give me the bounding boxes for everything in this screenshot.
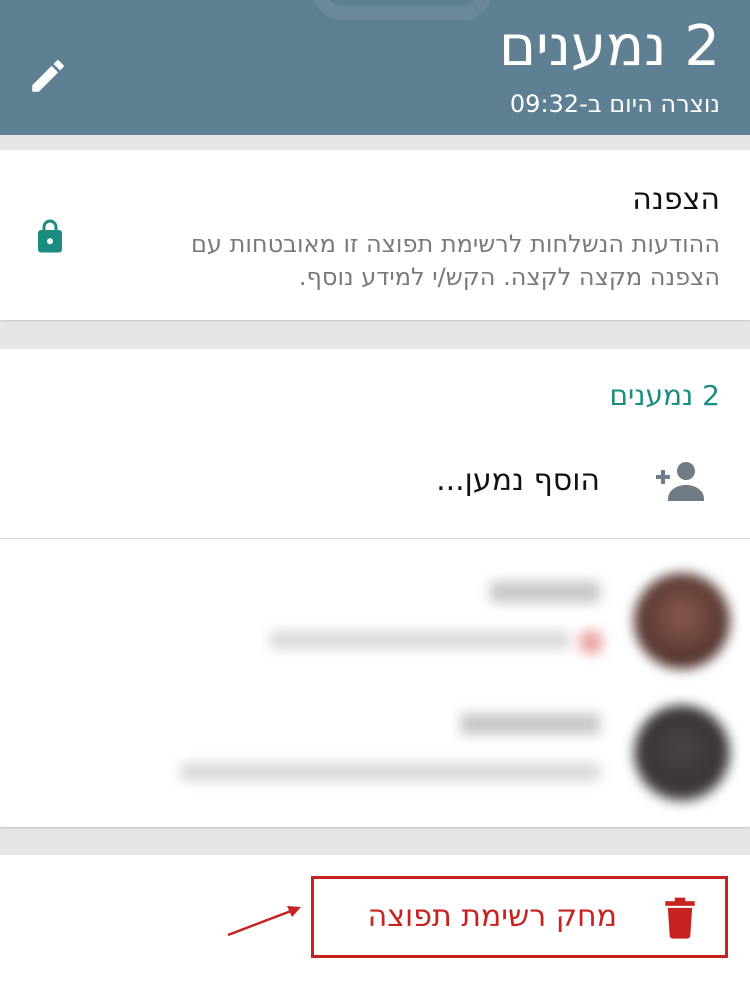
list-item[interactable] bbox=[120, 553, 730, 683]
contact-status-blurred bbox=[270, 631, 570, 649]
participants-heading: 2 נמענים bbox=[609, 379, 720, 412]
avatar bbox=[634, 573, 730, 669]
add-participant-row[interactable]: הוסף נמען... bbox=[0, 443, 750, 539]
page-title: 2 נמענים bbox=[498, 14, 720, 79]
created-timestamp: נוצרה היום ב-09:32 bbox=[509, 90, 720, 118]
delete-card: מחק רשימת תפוצה bbox=[0, 855, 750, 987]
encryption-title: הצפנה bbox=[632, 182, 720, 217]
delete-broadcast-list-button[interactable]: מחק רשימת תפוצה bbox=[311, 876, 728, 958]
avatar bbox=[634, 705, 730, 801]
contact-name-blurred bbox=[490, 581, 600, 603]
edit-button[interactable] bbox=[24, 52, 72, 100]
header-watermark bbox=[312, 0, 492, 20]
delete-broadcast-list-label: מחק רשימת תפוצה bbox=[367, 899, 617, 934]
lock-icon bbox=[38, 219, 62, 253]
contact-name-blurred bbox=[460, 713, 600, 735]
encryption-description: ההודעות הנשלחות לרשימת תפוצה זו מאובטחות… bbox=[191, 230, 720, 291]
trash-icon bbox=[665, 897, 695, 939]
add-participant-label: הוסף נמען... bbox=[436, 463, 600, 498]
list-item[interactable] bbox=[120, 685, 730, 815]
annotation-arrow bbox=[227, 906, 301, 937]
participants-card: 2 נמענים הוסף נמען... bbox=[0, 349, 750, 827]
contact-status-blurred bbox=[180, 763, 600, 781]
add-person-icon bbox=[656, 462, 704, 501]
list-divider bbox=[0, 538, 750, 539]
encryption-card[interactable]: הצפנה ההודעות הנשלחות לרשימת תפוצה זו מא… bbox=[0, 150, 750, 320]
app-header: 2 נמענים נוצרה היום ב-09:32 bbox=[0, 0, 750, 135]
emoji-blurred bbox=[580, 631, 602, 653]
pencil-icon bbox=[32, 60, 64, 92]
